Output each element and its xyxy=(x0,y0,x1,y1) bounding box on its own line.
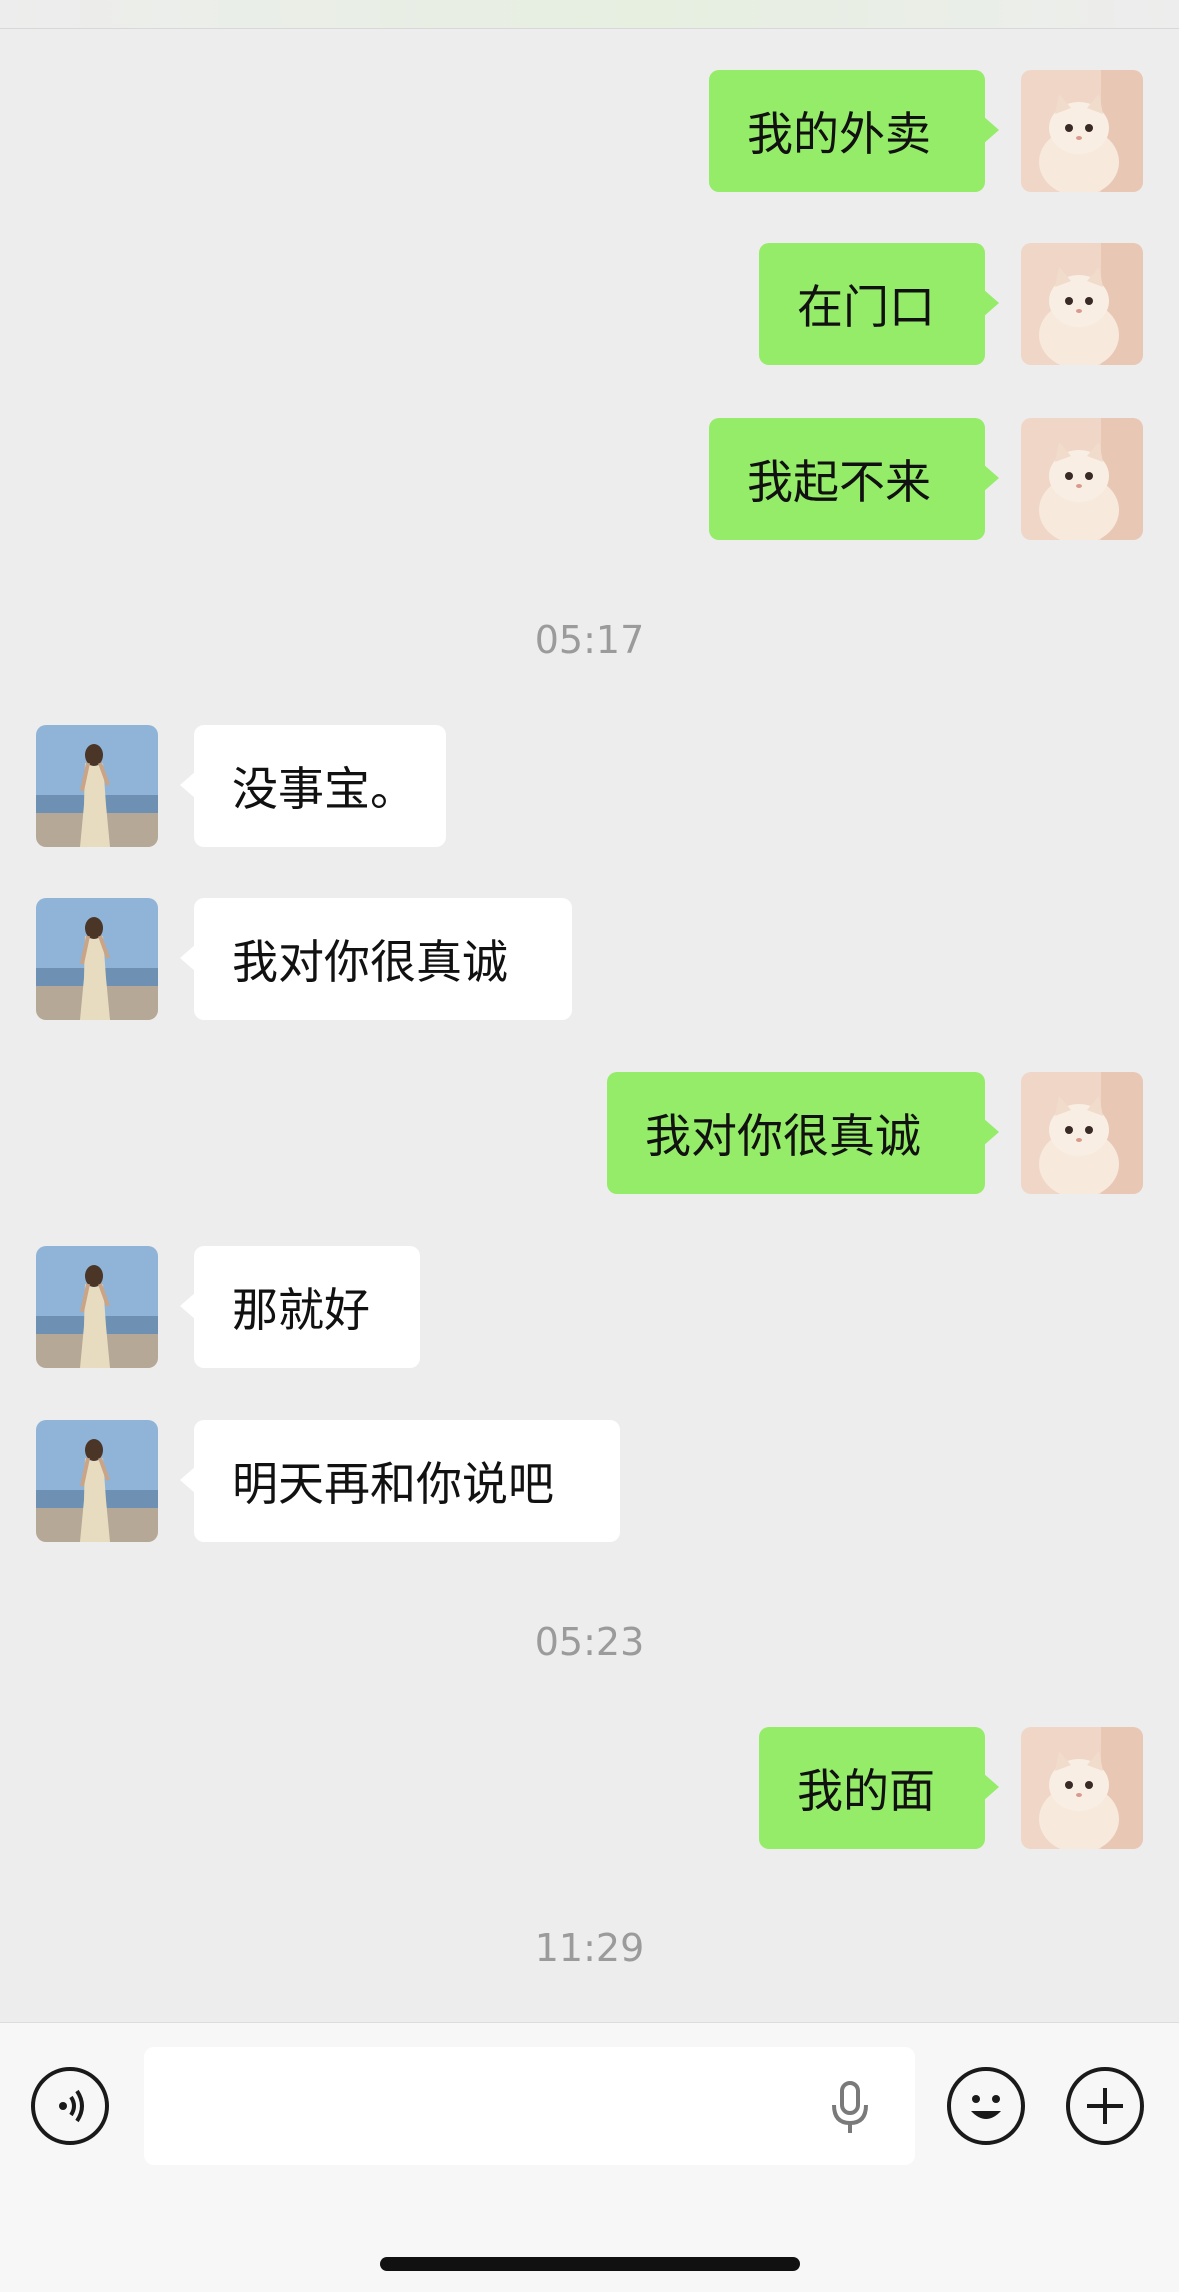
message-bubble-mine[interactable]: 我的面 xyxy=(759,1727,999,1849)
woman-beach-avatar[interactable] xyxy=(36,1246,158,1368)
cat-avatar[interactable] xyxy=(1021,418,1143,540)
woman-beach-avatar[interactable] xyxy=(36,898,158,1020)
cat-avatar[interactable] xyxy=(1021,1072,1143,1194)
chat-history[interactable]: 我的外卖 在门口 我起不来 05:17 没事宝。 我对你很真诚 我对你很真诚 那… xyxy=(0,0,1179,2020)
cat-avatar[interactable] xyxy=(1021,1727,1143,1849)
input-bar xyxy=(0,2022,1179,2292)
home-indicator[interactable] xyxy=(380,2257,800,2271)
message-bubble-mine[interactable]: 在门口 xyxy=(759,243,999,365)
cat-avatar[interactable] xyxy=(1021,243,1143,365)
message-bubble-theirs[interactable]: 我对你很真诚 xyxy=(180,898,572,1020)
message-bubble-theirs[interactable]: 没事宝。 xyxy=(180,725,446,847)
message-bubble-theirs[interactable]: 明天再和你说吧 xyxy=(180,1420,620,1542)
message-bubble-theirs[interactable]: 那就好 xyxy=(180,1246,420,1368)
emoji-icon[interactable] xyxy=(947,2067,1025,2145)
voice-mode-icon[interactable] xyxy=(31,2067,109,2145)
woman-beach-avatar[interactable] xyxy=(36,725,158,847)
cat-avatar[interactable] xyxy=(1021,70,1143,192)
microphone-icon[interactable] xyxy=(825,2079,875,2137)
timestamp: 05:17 xyxy=(534,618,645,662)
message-bubble-mine[interactable]: 我的外卖 xyxy=(709,70,999,192)
message-bubble-mine[interactable]: 我对你很真诚 xyxy=(607,1072,999,1194)
timestamp: 05:23 xyxy=(534,1620,645,1664)
timestamp: 11:29 xyxy=(534,1926,645,1970)
message-input[interactable] xyxy=(144,2047,915,2165)
message-bubble-mine[interactable]: 我起不来 xyxy=(709,418,999,540)
plus-icon[interactable] xyxy=(1066,2067,1144,2145)
woman-beach-avatar[interactable] xyxy=(36,1420,158,1542)
